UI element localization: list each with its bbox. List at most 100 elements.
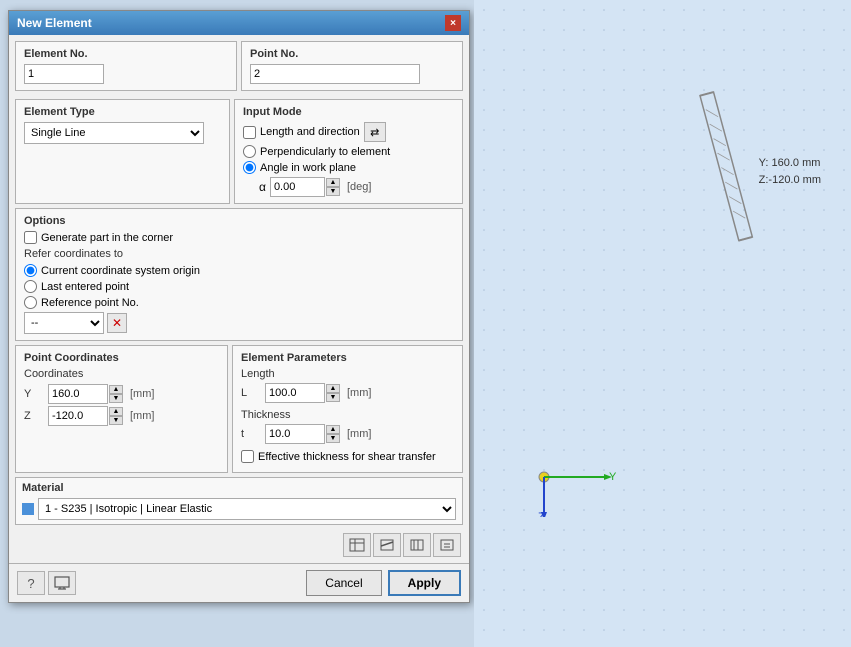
perpendicularly-radio[interactable]	[243, 145, 256, 158]
close-button[interactable]: ×	[445, 15, 461, 31]
apply-button[interactable]: Apply	[388, 570, 461, 596]
new-element-dialog: New Element × Element No. Point No. Elem…	[8, 10, 470, 603]
input-mode-section: Input Mode Length and direction ⇄ Perpen…	[234, 99, 463, 204]
action-buttons: Cancel Apply	[306, 570, 461, 596]
perpendicularly-row: Perpendicularly to element	[243, 145, 454, 158]
z-spinner: ▲ ▼	[48, 406, 123, 426]
angle-workplane-label: Angle in work plane	[260, 162, 356, 174]
angle-workplane-radio[interactable]	[243, 161, 256, 174]
y-spin-down[interactable]: ▼	[109, 394, 123, 403]
ref-dropdown-row: -- ✕	[24, 312, 454, 334]
l-spinner: ▲ ▼	[265, 383, 340, 403]
generate-corner-label: Generate part in the corner	[41, 232, 173, 244]
z-label: Z	[24, 410, 44, 422]
element-no-input[interactable]	[24, 64, 104, 84]
options-label: Options	[24, 215, 454, 227]
angle-workplane-row: Angle in work plane	[243, 161, 454, 174]
material-section: Material 1 - S235 | Isotropic | Linear E…	[15, 477, 463, 525]
dialog-body: Element No. Point No. Element Type Singl…	[9, 35, 469, 563]
material-label: Material	[22, 482, 456, 494]
element-type-select[interactable]: Single Line	[24, 122, 204, 144]
element-no-section: Element No.	[15, 41, 237, 91]
y-spin-up[interactable]: ▲	[109, 385, 123, 394]
l-label: L	[241, 387, 261, 399]
chart-icon	[379, 538, 395, 552]
help-button[interactable]: ?	[17, 571, 45, 595]
toolbar-icon3-button[interactable]	[403, 533, 431, 557]
l-spin-down[interactable]: ▼	[326, 393, 340, 402]
axis-svg: Y Z	[524, 437, 624, 517]
last-point-row: Last entered point	[24, 280, 454, 293]
z-coord-label: Z:-120.0 mm	[759, 172, 821, 189]
alpha-unit: [deg]	[347, 181, 371, 193]
elem-params-label: Element Parameters	[241, 352, 454, 364]
toolbar-icon4-button[interactable]	[433, 533, 461, 557]
point-no-section: Point No.	[241, 41, 463, 91]
alpha-spin-down[interactable]: ▼	[326, 187, 340, 196]
z-input[interactable]	[48, 406, 108, 426]
input-mode-label: Input Mode	[243, 106, 454, 118]
monitor-icon	[54, 576, 70, 590]
last-point-label: Last entered point	[41, 281, 129, 293]
svg-text:Y: Y	[609, 471, 617, 483]
cancel-button[interactable]: Cancel	[306, 570, 381, 596]
swap-button[interactable]: ⇄	[364, 122, 386, 142]
point-no-label: Point No.	[250, 48, 454, 60]
alpha-spinner-btns: ▲ ▼	[326, 178, 340, 196]
clipboard-icon	[439, 538, 455, 552]
length-direction-checkbox[interactable]	[243, 126, 256, 139]
refer-title: Refer coordinates to	[24, 248, 454, 260]
thickness-label: Thickness	[241, 409, 454, 421]
last-point-radio[interactable]	[24, 280, 37, 293]
y-coord-row: Y ▲ ▼ [mm]	[24, 384, 219, 404]
reference-point-radio[interactable]	[24, 296, 37, 309]
shear-checkbox[interactable]	[241, 450, 254, 463]
view-button[interactable]	[48, 571, 76, 595]
dialog-title: New Element	[17, 16, 92, 30]
l-spin-up[interactable]: ▲	[326, 384, 340, 393]
reference-point-label: Reference point No.	[41, 297, 139, 309]
t-input[interactable]	[265, 424, 325, 444]
current-cs-radio[interactable]	[24, 264, 37, 277]
point-no-input[interactable]	[250, 64, 420, 84]
settings-icon	[409, 538, 425, 552]
reference-point-row: Reference point No.	[24, 296, 454, 309]
t-spin-down[interactable]: ▼	[326, 434, 340, 443]
canvas-area: Y: 160.0 mm Z:-120.0 mm	[474, 0, 851, 647]
middle-row: Point Coordinates Coordinates Y ▲ ▼ [mm]…	[15, 345, 463, 473]
length-label: Length	[241, 368, 454, 380]
material-select[interactable]: 1 - S235 | Isotropic | Linear Elastic	[38, 498, 456, 520]
toolbar-icons	[15, 533, 463, 557]
shear-label: Effective thickness for shear transfer	[258, 451, 436, 463]
second-row: Element Type Single Line Input Mode Leng…	[15, 99, 463, 204]
coord-label: Y: 160.0 mm Z:-120.0 mm	[759, 155, 821, 188]
current-cs-row: Current coordinate system origin	[24, 264, 454, 277]
toolbar-icon1-button[interactable]	[343, 533, 371, 557]
bottom-left-icons: ?	[17, 571, 76, 595]
table-icon	[349, 538, 365, 552]
l-input[interactable]	[265, 383, 325, 403]
l-unit: [mm]	[347, 387, 371, 399]
point-coords-section: Point Coordinates Coordinates Y ▲ ▼ [mm]…	[15, 345, 228, 473]
alpha-input[interactable]	[270, 177, 325, 197]
canvas-grid: Y: 160.0 mm Z:-120.0 mm	[474, 0, 851, 647]
z-spin-up[interactable]: ▲	[109, 407, 123, 416]
toolbar-icon2-button[interactable]	[373, 533, 401, 557]
element-type-label: Element Type	[24, 106, 221, 118]
ref-delete-button[interactable]: ✕	[107, 313, 127, 333]
y-spinner-btns: ▲ ▼	[109, 385, 123, 403]
alpha-spin-up[interactable]: ▲	[326, 178, 340, 187]
ref-select[interactable]: --	[24, 312, 104, 334]
l-row: L ▲ ▼ [mm]	[241, 383, 454, 403]
y-input[interactable]	[48, 384, 108, 404]
element-no-label: Element No.	[24, 48, 228, 60]
length-direction-row: Length and direction ⇄	[243, 122, 454, 142]
alpha-label: α	[259, 180, 266, 194]
shear-row: Effective thickness for shear transfer	[241, 450, 454, 463]
current-cs-label: Current coordinate system origin	[41, 265, 200, 277]
generate-corner-row: Generate part in the corner	[24, 231, 454, 244]
generate-corner-checkbox[interactable]	[24, 231, 37, 244]
t-spin-up[interactable]: ▲	[326, 425, 340, 434]
t-spinner-btns: ▲ ▼	[326, 425, 340, 443]
z-spin-down[interactable]: ▼	[109, 416, 123, 425]
